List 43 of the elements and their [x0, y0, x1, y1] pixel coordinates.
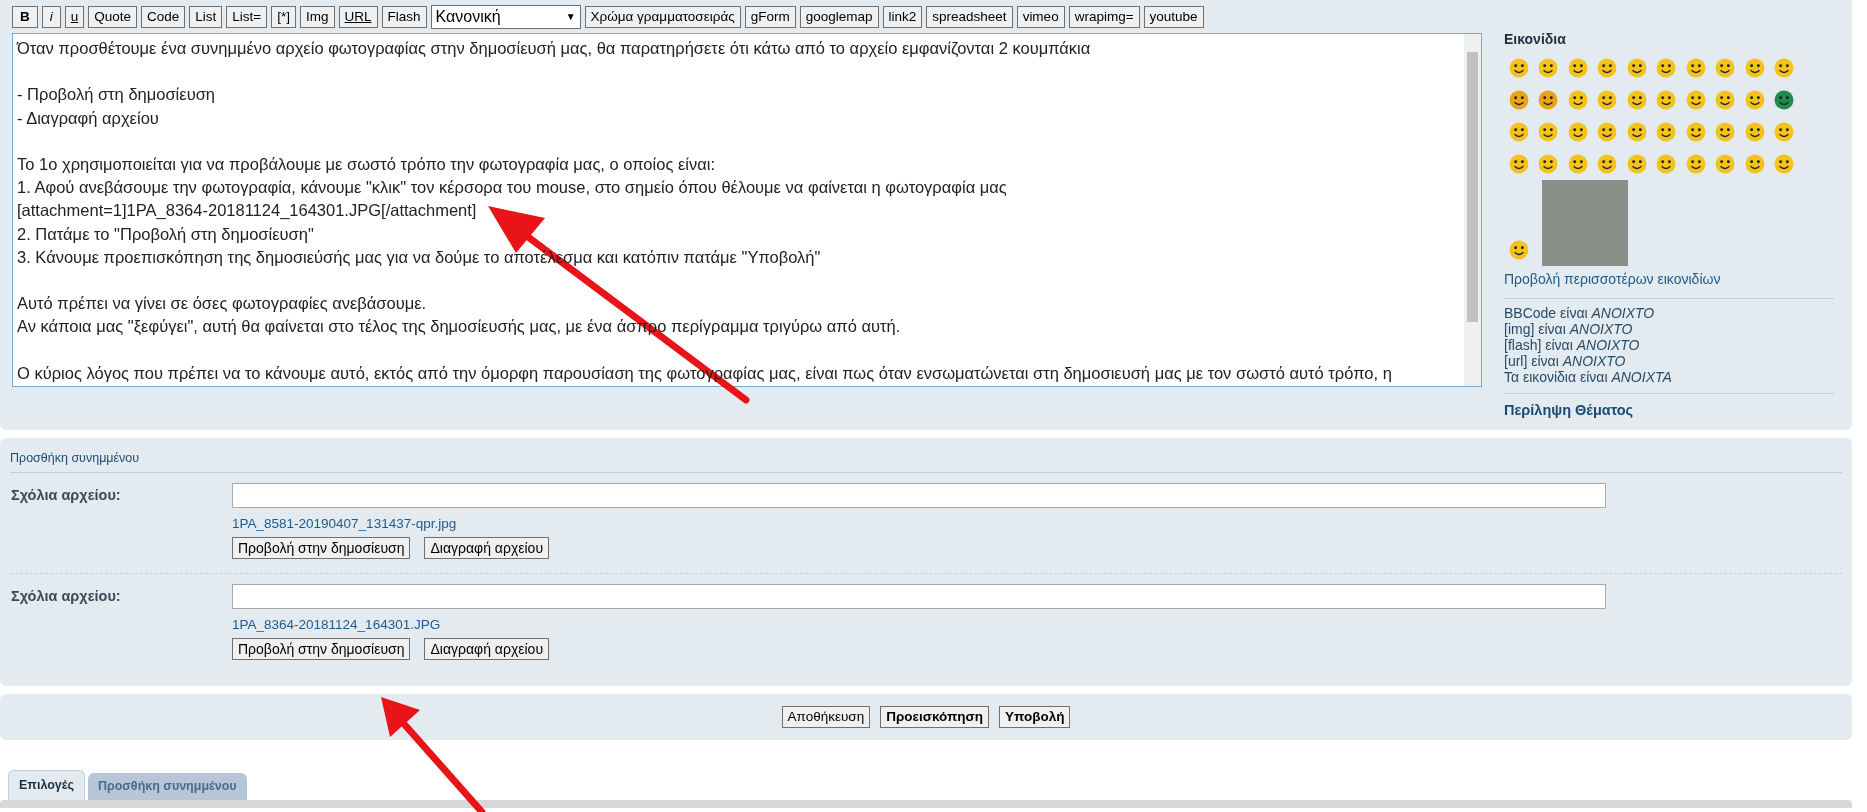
section-title: Προσθήκη συνημμένου — [10, 448, 1842, 473]
format-button[interactable]: Χρώμα γραμματοσειράς — [584, 5, 741, 28]
attachment-action-button[interactable]: Προβολή στην δημοσίευση — [232, 638, 411, 660]
setting-status-text: [flash] είναι ΑΝΟΙΧΤΟ — [1504, 337, 1640, 353]
format-button[interactable]: B — [12, 5, 38, 28]
form-button[interactable]: Προεισκόπηση — [880, 706, 989, 728]
format-button[interactable]: link2 — [882, 5, 923, 28]
dropdown-value: Κανονική — [435, 6, 501, 27]
format-button[interactable]: youtube — [1143, 5, 1204, 28]
tab[interactable]: Επιλογές — [8, 770, 85, 800]
format-button[interactable]: Flash — [381, 5, 427, 28]
setting-status-text: Τα εικονίδια είναι ΑΝΟΙΧΤΑ — [1504, 369, 1672, 385]
more-smilies-link[interactable]: Προβολή περισσοτέρων εικονιδίων — [1504, 269, 1721, 290]
format-button[interactable]: vimeo — [1016, 5, 1065, 28]
form-button[interactable]: Αποθήκευση — [781, 706, 871, 728]
setting-status-text: BBCode είναι ΑΝΟΙΧΤΟ — [1504, 305, 1655, 321]
attachment-action-button[interactable]: Προβολή στην δημοσίευση — [232, 536, 411, 559]
format-button[interactable]: List — [189, 5, 223, 28]
attachment-filename-link[interactable]: 1PA_8581-20190407_131437-qpr.jpg — [232, 513, 457, 534]
setting-status-text: [url] είναι ΑΝΟΙΧΤΟ — [1504, 353, 1626, 369]
format-button[interactable]: Code — [141, 5, 186, 28]
format-button[interactable]: wrapimg= — [1068, 5, 1140, 28]
format-button[interactable]: Img — [300, 5, 335, 28]
format-button[interactable]: List= — [226, 5, 268, 28]
format-button[interactable]: Quote — [88, 5, 138, 28]
format-button[interactable]: [*] — [271, 5, 296, 28]
field-label: Σχόλια αρχείου: — [11, 486, 121, 503]
dropdown-caret-icon: ▼ — [565, 9, 576, 24]
format-button[interactable]: i — [41, 5, 61, 28]
format-button[interactable]: URL — [338, 5, 378, 28]
format-button[interactable]: gForm — [744, 5, 796, 28]
form-button[interactable]: Υποβολή — [999, 706, 1071, 728]
format-button[interactable]: googlemap — [799, 5, 879, 28]
field-label: Σχόλια αρχείου: — [11, 587, 121, 604]
setting-status-text: [img] είναι ΑΝΟΙΧΤΟ — [1504, 321, 1633, 337]
format-button[interactable]: u — [64, 5, 85, 28]
topic-summary-link[interactable]: Περίληψη Θέματος — [1504, 400, 1634, 422]
attachment-filename-link[interactable]: 1PA_8364-20181124_164301.JPG — [232, 614, 441, 635]
font-size-dropdown[interactable]: Κανονική ▼ — [430, 4, 581, 29]
attachment-action-button[interactable]: Διαγραφή αρχείου — [424, 536, 550, 559]
attachment-action-button[interactable]: Διαγραφή αρχείου — [424, 638, 550, 660]
smilies-heading: Εικονίδια — [1504, 30, 1567, 49]
format-button[interactable]: spreadsheet — [926, 5, 1013, 28]
